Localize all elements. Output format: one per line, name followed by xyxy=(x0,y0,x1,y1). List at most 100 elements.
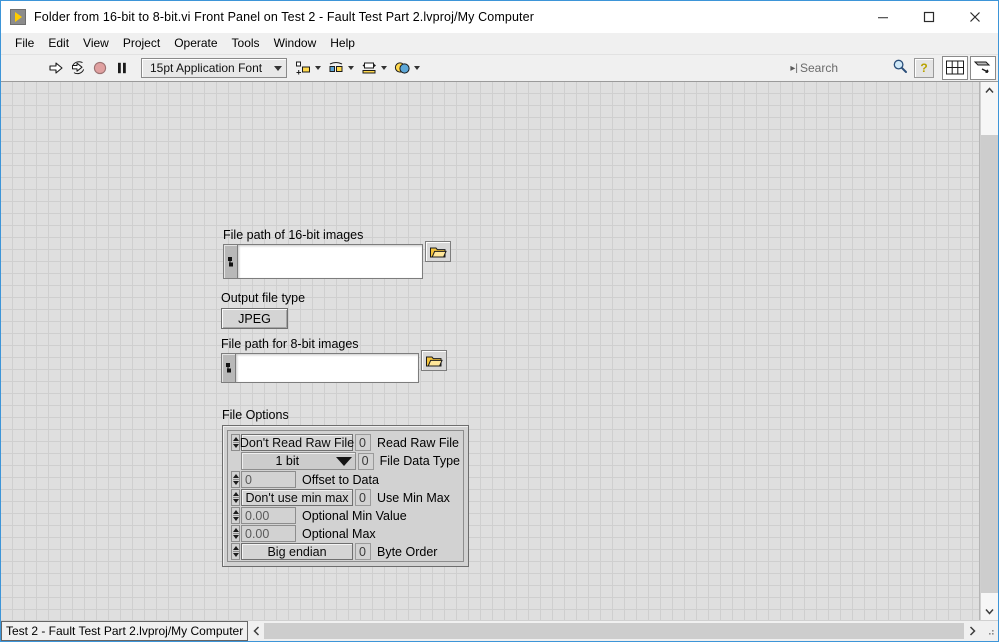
path16-control[interactable] xyxy=(223,244,423,279)
scroll-up-button[interactable] xyxy=(981,82,998,99)
increment-decrement-icon[interactable] xyxy=(231,507,240,524)
row-read-raw-file[interactable]: Don't Read Raw File 0 Read Raw File xyxy=(231,434,460,451)
vertical-scroll-track-top[interactable] xyxy=(981,99,998,135)
chevron-down-icon xyxy=(414,66,421,70)
horizontal-scroll-thumb[interactable] xyxy=(264,623,964,639)
row-offset-to-data[interactable]: 0 Offset to Data xyxy=(231,471,460,488)
offset-to-data-value[interactable]: 0 xyxy=(241,471,296,488)
status-context-label: Test 2 - Fault Test Part 2.lvproj/My Com… xyxy=(1,621,249,641)
search-expand-icon[interactable]: ▸| xyxy=(790,63,798,74)
path16-browse-button[interactable] xyxy=(425,241,451,262)
search-input[interactable]: Search xyxy=(800,61,892,75)
file-data-type-label: File Data Type xyxy=(379,454,460,468)
vertical-scroll-track-bottom[interactable] xyxy=(981,593,998,603)
menu-item-file[interactable]: File xyxy=(8,34,41,53)
read-raw-file-label: Read Raw File xyxy=(377,435,459,450)
window-controls xyxy=(860,1,998,32)
resize-grip[interactable] xyxy=(981,621,998,641)
reorder-objects-button[interactable] xyxy=(390,57,423,79)
scroll-left-button[interactable] xyxy=(248,621,265,641)
menu-bar: File Edit View Project Operate Tools Win… xyxy=(1,33,998,55)
read-raw-file-value[interactable]: Don't Read Raw File xyxy=(240,434,354,451)
menu-item-help[interactable]: Help xyxy=(323,34,362,53)
show-block-diagram-button[interactable] xyxy=(970,56,996,80)
increment-decrement-icon[interactable] xyxy=(231,471,240,488)
path-terminal-icon xyxy=(221,353,235,383)
file-options-cluster-inner: Don't Read Raw File 0 Read Raw File 1 bi… xyxy=(227,430,464,562)
row-use-min-max[interactable]: Don't use min max 0 Use Min Max xyxy=(231,489,460,506)
panel-area: File path of 16-bit images Output file t… xyxy=(1,82,998,620)
chevron-down-icon[interactable] xyxy=(333,456,355,466)
increment-decrement-icon[interactable] xyxy=(231,434,240,451)
menu-item-operate[interactable]: Operate xyxy=(167,34,224,53)
title-bar: Folder from 16-bit to 8-bit.vi Front Pan… xyxy=(1,1,998,33)
optional-min-value-value[interactable]: 0.00 xyxy=(241,507,296,524)
labview-vi-icon xyxy=(10,8,26,25)
path8-browse-button[interactable] xyxy=(421,350,447,371)
maximize-button[interactable] xyxy=(906,1,952,32)
scroll-right-button[interactable] xyxy=(964,621,981,641)
row-file-data-type[interactable]: 1 bit 0 File Data Type xyxy=(231,452,460,470)
byte-order-numeric: 0 xyxy=(355,543,371,560)
status-bar: Test 2 - Fault Test Part 2.lvproj/My Com… xyxy=(1,620,998,641)
path-terminal-icon xyxy=(223,244,237,279)
file-options-cluster[interactable]: Don't Read Raw File 0 Read Raw File 1 bi… xyxy=(222,425,469,567)
window-title: Folder from 16-bit to 8-bit.vi Front Pan… xyxy=(34,9,534,24)
row-byte-order[interactable]: Big endian 0 Byte Order xyxy=(231,543,460,560)
run-button[interactable] xyxy=(45,57,67,79)
increment-decrement-icon[interactable] xyxy=(231,525,240,542)
row-optional-min-value[interactable]: 0.00 Optional Min Value xyxy=(231,507,460,524)
optional-min-value-label: Optional Min Value xyxy=(302,508,407,523)
scroll-down-button[interactable] xyxy=(981,603,998,620)
magnifier-icon[interactable] xyxy=(892,58,908,79)
increment-decrement-icon[interactable] xyxy=(231,489,240,506)
front-panel-canvas[interactable]: File path of 16-bit images Output file t… xyxy=(1,82,980,620)
menu-item-tools[interactable]: Tools xyxy=(225,34,267,53)
run-continuously-button[interactable] xyxy=(67,57,89,79)
row-optional-max[interactable]: 0.00 Optional Max xyxy=(231,525,460,542)
byte-order-value[interactable]: Big endian xyxy=(241,543,353,560)
path16-input[interactable] xyxy=(237,244,423,279)
chevron-down-icon xyxy=(315,66,322,70)
abort-execution-button[interactable] xyxy=(89,57,111,79)
labview-front-panel-window: Folder from 16-bit to 8-bit.vi Front Pan… xyxy=(0,0,999,642)
offset-to-data-label: Offset to Data xyxy=(302,472,379,487)
use-min-max-numeric: 0 xyxy=(355,489,371,506)
resize-objects-button[interactable] xyxy=(357,57,390,79)
chevron-down-icon xyxy=(381,66,388,70)
file-data-type-value: 1 bit xyxy=(275,454,300,468)
distribute-objects-button[interactable] xyxy=(324,57,357,79)
window-arrange-buttons xyxy=(942,56,996,80)
optional-max-value[interactable]: 0.00 xyxy=(241,525,296,542)
menu-item-edit[interactable]: Edit xyxy=(41,34,76,53)
file-options-label: File Options xyxy=(222,408,289,422)
folder-browse-icon xyxy=(426,356,443,366)
minimize-button[interactable] xyxy=(860,1,906,32)
chevron-down-icon xyxy=(270,65,286,71)
font-selector[interactable]: 15pt Application Font xyxy=(141,58,288,78)
search-area: ▸| Search ? xyxy=(790,57,934,79)
path8-control[interactable] xyxy=(221,353,419,383)
increment-decrement-icon[interactable] xyxy=(231,543,240,560)
menu-item-project[interactable]: Project xyxy=(116,34,167,53)
read-raw-file-numeric: 0 xyxy=(355,434,371,451)
close-button[interactable] xyxy=(952,1,998,32)
context-help-button[interactable]: ? xyxy=(914,58,934,78)
menu-item-window[interactable]: Window xyxy=(267,34,324,53)
path16-label: File path of 16-bit images xyxy=(223,228,364,242)
folder-browse-icon xyxy=(430,247,447,257)
use-min-max-label: Use Min Max xyxy=(377,490,450,505)
use-min-max-value[interactable]: Don't use min max xyxy=(241,489,353,506)
file-data-type-numeric: 0 xyxy=(357,452,374,470)
pause-button[interactable] xyxy=(111,57,133,79)
vertical-scroll-thumb[interactable] xyxy=(981,135,998,593)
align-objects-button[interactable] xyxy=(291,57,324,79)
file-data-type-dropdown[interactable]: 1 bit xyxy=(241,452,356,470)
font-selector-value: 15pt Application Font xyxy=(150,61,263,75)
output-file-type-control[interactable]: JPEG xyxy=(221,308,288,329)
chevron-down-icon xyxy=(348,66,355,70)
path8-input[interactable] xyxy=(235,353,419,383)
tile-windows-button[interactable] xyxy=(942,56,968,80)
menu-item-view[interactable]: View xyxy=(76,34,116,53)
vertical-scrollbar[interactable] xyxy=(980,82,998,620)
